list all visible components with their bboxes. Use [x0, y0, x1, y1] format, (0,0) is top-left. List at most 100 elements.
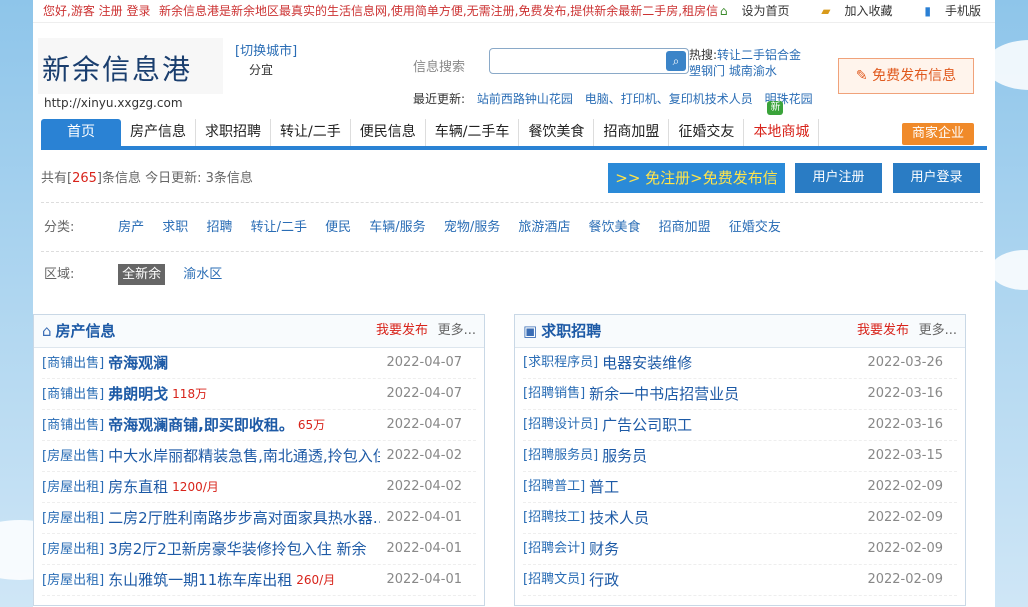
- list-item-category[interactable]: [招聘技工]: [523, 510, 585, 525]
- list-item-title[interactable]: 中大水岸丽都精装急售,南北通透,拎包入住: [108, 441, 388, 471]
- nav-item-secondhand[interactable]: 转让/二手: [271, 119, 351, 146]
- register-link[interactable]: 注册: [99, 4, 123, 18]
- list-item[interactable]: [房屋出租] 房东直租 1200/月 2022-04-02: [42, 472, 476, 503]
- mobile-link[interactable]: ▮ 手机版: [910, 4, 981, 18]
- list-item[interactable]: [房屋出售] 中大水岸丽都精装急售,南北通透,拎包入住 2022-04-02: [42, 441, 476, 472]
- list-item-category[interactable]: [招聘设计员]: [523, 417, 598, 432]
- list-item-category[interactable]: [房屋出售]: [42, 449, 104, 464]
- nav-item-jobs[interactable]: 求职招聘: [196, 119, 271, 146]
- category-link[interactable]: 转让/二手: [251, 220, 307, 235]
- list-item-title[interactable]: 广告公司职工: [602, 410, 692, 440]
- mobile-label: 手机版: [944, 4, 981, 18]
- search-icon[interactable]: ⌕: [666, 51, 686, 71]
- category-link[interactable]: 宠物/服务: [444, 220, 500, 235]
- nav-item-franchise[interactable]: 招商加盟: [594, 119, 670, 146]
- list-item-category[interactable]: [商铺出售]: [42, 418, 104, 433]
- list-item-category[interactable]: [招聘文员]: [523, 572, 585, 587]
- list-item-title[interactable]: 帝海观澜商铺,即买即收租。: [108, 410, 294, 440]
- list-item-category[interactable]: [房屋出租]: [42, 542, 104, 557]
- list-item-category[interactable]: [招聘销售]: [523, 386, 585, 401]
- nav-item-vehicles[interactable]: 车辆/二手车: [426, 119, 520, 146]
- list-item-title[interactable]: 电器安装维修: [602, 348, 692, 378]
- nav-item-dating[interactable]: 征婚交友: [669, 119, 745, 146]
- list-item-title[interactable]: 财务: [589, 534, 619, 564]
- list-item-date: 2022-03-16: [861, 410, 943, 440]
- category-link[interactable]: 招聘: [206, 220, 232, 235]
- publish-link[interactable]: 我要发布: [376, 315, 428, 347]
- list-item[interactable]: [招聘文员] 行政 2022-02-09: [523, 565, 957, 596]
- list-item[interactable]: [招聘服务员] 服务员 2022-03-15: [523, 441, 957, 472]
- nav-item-housing[interactable]: 房产信息: [121, 119, 196, 146]
- list-item[interactable]: [商铺出售] 弗朗明戈 118万 2022-04-07: [42, 379, 476, 410]
- recent-link[interactable]: 电脑、打印机、复印机技术人员: [585, 92, 753, 106]
- hot-link[interactable]: 塑钢门: [689, 64, 725, 78]
- list-item-price: 65万: [297, 418, 326, 432]
- info-stats: 共有[265]条信息 今日更新: 3条信息: [41, 167, 253, 186]
- category-link[interactable]: 征婚交友: [729, 220, 781, 235]
- list-item[interactable]: [房屋出租] 3房2厅2卫新房豪华装修拎包入住 新余 2022-04-01: [42, 534, 476, 565]
- free-register-publish-button[interactable]: >> 免注册>免费发布信: [608, 163, 785, 193]
- region-link[interactable]: 渝水区: [183, 267, 222, 282]
- nav-item-home[interactable]: 首页: [41, 119, 121, 146]
- list-item-category[interactable]: [招聘普工]: [523, 479, 585, 494]
- switch-city-link[interactable]: [切换城市]: [235, 44, 297, 59]
- list-item-title[interactable]: 3房2厅2卫新房豪华装修拎包入住 新余: [108, 534, 366, 564]
- list-item-title[interactable]: 新余一中书店招营业员: [589, 379, 739, 409]
- list-item-category[interactable]: [房屋出租]: [42, 511, 104, 526]
- category-link[interactable]: 车辆/服务: [369, 220, 425, 235]
- folder-star-icon: ▰: [821, 4, 831, 18]
- nav-item-food[interactable]: 餐饮美食: [519, 119, 595, 146]
- category-link[interactable]: 求职: [162, 220, 188, 235]
- list-item[interactable]: [招聘会计] 财务 2022-02-09: [523, 534, 957, 565]
- user-login-button[interactable]: 用户登录: [893, 163, 980, 193]
- user-register-button[interactable]: 用户注册: [795, 163, 882, 193]
- list-item-category[interactable]: [房屋出租]: [42, 480, 104, 495]
- list-item-category[interactable]: [商铺出售]: [42, 387, 104, 402]
- list-item-title[interactable]: 二房2厅胜利南路步步高对面家具热水器齐全: [108, 503, 388, 533]
- more-link[interactable]: 更多...: [919, 315, 957, 347]
- category-link[interactable]: 便民: [325, 220, 351, 235]
- login-link[interactable]: 登录: [127, 4, 151, 18]
- category-link[interactable]: 餐饮美食: [589, 220, 641, 235]
- list-item-title[interactable]: 帝海观澜: [108, 348, 168, 378]
- region-link-selected[interactable]: 全新余: [118, 264, 166, 285]
- list-item-category[interactable]: [商铺出售]: [42, 356, 104, 371]
- list-item-category[interactable]: [招聘服务员]: [523, 448, 598, 463]
- nav-item-local-mall[interactable]: 本地商城 新: [744, 101, 820, 146]
- nav-item-services[interactable]: 便民信息: [351, 119, 426, 146]
- list-item[interactable]: [商铺出售] 帝海观澜 2022-04-07: [42, 348, 476, 379]
- list-item-title[interactable]: 东山雅筑一期11栋车库出租: [108, 565, 292, 595]
- search-input[interactable]: ⌕: [489, 48, 689, 74]
- list-item-category[interactable]: [招聘会计]: [523, 541, 585, 556]
- list-item-title[interactable]: 弗朗明戈: [108, 379, 168, 409]
- list-item-category[interactable]: [房屋出租]: [42, 573, 104, 588]
- category-link[interactable]: 房产: [118, 220, 144, 235]
- list-item[interactable]: [招聘普工] 普工 2022-02-09: [523, 472, 957, 503]
- list-item[interactable]: [招聘销售] 新余一中书店招营业员 2022-03-16: [523, 379, 957, 410]
- business-button[interactable]: 商家企业: [901, 123, 974, 145]
- site-logo[interactable]: 新余信息港 http://xinyu.xxgzg.com: [38, 38, 223, 110]
- category-link[interactable]: 招商加盟: [659, 220, 711, 235]
- free-publish-button[interactable]: ✎ 免费发布信息: [838, 58, 974, 94]
- list-item-title[interactable]: 行政: [589, 565, 619, 595]
- list-item-title[interactable]: 服务员: [602, 441, 647, 471]
- list-item[interactable]: [招聘技工] 技术人员 2022-02-09: [523, 503, 957, 534]
- list-item[interactable]: [求职程序员] 电器安装维修 2022-03-26: [523, 348, 957, 379]
- list-item[interactable]: [商铺出售] 帝海观澜商铺,即买即收租。 65万 2022-04-07: [42, 410, 476, 441]
- list-item[interactable]: [房屋出租] 东山雅筑一期11栋车库出租 260/月 2022-04-01: [42, 565, 476, 596]
- list-item[interactable]: [房屋出租] 二房2厅胜利南路步步高对面家具热水器齐全 2022-04-01: [42, 503, 476, 534]
- publish-link[interactable]: 我要发布: [857, 315, 909, 347]
- list-item-title[interactable]: 普工: [589, 472, 619, 502]
- recent-link[interactable]: 站前西路钟山花园: [477, 92, 573, 106]
- category-link[interactable]: 旅游酒店: [518, 220, 570, 235]
- hot-link[interactable]: 城南渝水: [729, 64, 777, 78]
- more-link[interactable]: 更多...: [438, 315, 476, 347]
- region-filter: 区域: 全新余 渝水区: [44, 263, 236, 285]
- hot-link[interactable]: 转让二手铝合金: [717, 48, 801, 62]
- list-item-category[interactable]: [求职程序员]: [523, 355, 598, 370]
- set-home-link[interactable]: ⌂ 设为首页: [706, 4, 790, 18]
- list-item-title[interactable]: 房东直租: [108, 472, 168, 502]
- list-item-title[interactable]: 技术人员: [589, 503, 649, 533]
- add-favorite-link[interactable]: ▰ 加入收藏: [807, 4, 892, 18]
- list-item[interactable]: [招聘设计员] 广告公司职工 2022-03-16: [523, 410, 957, 441]
